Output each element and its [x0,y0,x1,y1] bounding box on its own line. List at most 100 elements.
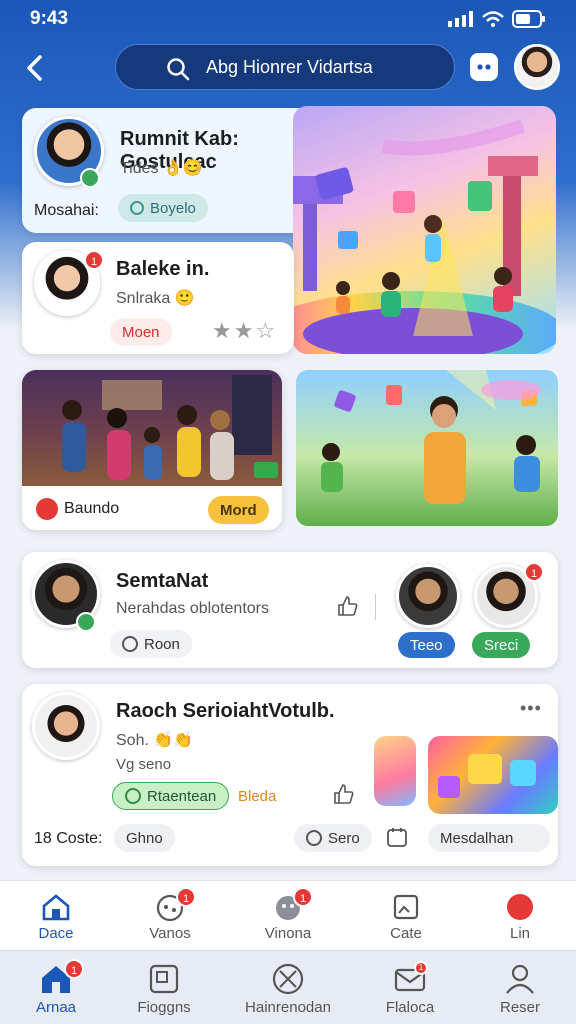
featured-illustration [293,106,556,354]
battery-icon [512,10,545,28]
media-thumbnail[interactable] [374,736,416,806]
group-photo-card[interactable]: Baundo Mord [22,370,282,530]
bottom-navigation: Arnaa 1 Fioggns Hainrenodan Flaloca 1 Re… [0,950,576,1024]
tab-label: Dace [38,925,74,942]
tab-label: Arnaa [35,999,77,1016]
profile-avatar[interactable] [514,44,560,90]
media-chip[interactable]: Mesdalhan [428,824,550,852]
card-label: Mosahai: [34,202,99,219]
featured-photo[interactable] [296,370,558,526]
status-chip[interactable]: Rtaentean [112,782,230,810]
tab-label: Lin [509,925,531,942]
signal-icon [448,11,473,27]
star-icon: ★ [212,318,234,343]
card-footer-label: 18 Coste: [34,830,103,847]
media-thumbnail[interactable] [428,736,558,814]
star-icon: ★ [233,318,256,343]
compass-icon [272,963,304,995]
tab-label: Fioggns [137,999,191,1016]
card-subtitle: Tides 👌😊 [120,158,203,178]
group-photo [22,370,282,486]
tab-home[interactable]: Arnaa [6,963,106,1016]
emoji-icon: 👏👏 [153,732,194,749]
thumbs-up-icon[interactable] [331,782,355,806]
photo-card-icon [393,894,419,920]
status-icons [448,10,546,28]
notification-badge: 1 [293,887,313,907]
profile-card[interactable]: 1 Baleke in. Snlraka 🙂 Moen ★★☆ [22,242,294,354]
tab-mail[interactable]: Flaloca [360,963,460,1016]
featured-card[interactable]: Rumnit Kab: Gostuleac Tides 👌😊 Mosahai: … [22,108,322,233]
divider [375,594,376,620]
tab-label: Vinona [264,925,312,942]
send-chip-label: Sero [328,829,360,847]
notification-badge: 1 [176,887,196,907]
secondary-tab-bar: Dace Vanos 1 Vinona 1 Cate Lin [0,880,576,950]
status-chip-label: Roon [144,635,180,653]
chat-bubble-icon [477,64,491,70]
tab-label: Hainrenodan [245,999,331,1016]
more-button[interactable]: Mord [208,496,269,524]
gallery-icon [149,964,179,994]
verified-icon [80,168,100,188]
tab-live[interactable]: Lin [470,893,570,942]
filter-chip-label: Ghno [126,829,163,847]
blocked-icon [122,636,138,652]
back-arrow-icon[interactable] [20,52,52,84]
card-title: Raoch SerioiahtVotulb. [116,700,335,722]
photo-art [321,370,541,504]
card-subtitle-text: Tides [120,160,159,177]
tab-feeds[interactable]: Fioggns [114,963,214,1016]
status-chip[interactable]: Moen [110,318,172,346]
star-rating[interactable]: ★★☆ [212,318,277,344]
tab-cards[interactable]: Cate [356,893,456,942]
contact-card[interactable]: SemtaNat Nerahdas oblotentors Roon Teeo … [22,552,558,668]
person-tag-label: Teeo [410,636,443,654]
tab-discover[interactable]: Hainrenodan [238,963,338,1016]
status-chip[interactable]: Roon [110,630,192,658]
avatar[interactable] [396,564,460,628]
check-icon [125,788,141,804]
tab-videos[interactable]: Vinona [238,893,338,942]
notification-badge: 1 [64,959,84,979]
tag-chip[interactable]: Boyelo [118,194,208,222]
tab-games[interactable]: Vanos [120,893,220,942]
filter-chip[interactable]: Ghno [114,824,175,852]
wifi-icon [482,11,504,27]
person-tag[interactable]: Sreci [472,632,531,658]
activity-card[interactable]: Raoch SerioiahtVotulb. ••• Soh. 👏👏 Vg se… [22,684,558,866]
tab-label: Vanos [149,925,191,942]
home-icon [42,894,70,921]
more-options-icon[interactable]: ••• [520,698,542,719]
card-subtitle: Nerahdas oblotentors [116,600,269,617]
verified-icon [76,612,96,632]
notification-badge: 1 [414,961,428,975]
search-input[interactable] [206,56,454,78]
card-label: Baundo [64,500,120,517]
search-icon [167,58,190,81]
card-line1: Soh. 👏👏 [116,730,193,750]
emoji-icon: 👌😊 [162,160,203,177]
card-title: Baleke in. [116,258,210,280]
thumbs-up-icon[interactable] [335,594,359,618]
photo-art [62,375,278,480]
tab-home[interactable]: Dace [6,893,106,942]
calendar-icon[interactable] [386,826,408,848]
tab-profile[interactable]: Reser [470,963,570,1016]
person-tag-label: Sreci [484,636,519,654]
messages-button[interactable] [470,53,498,81]
tab-label: Flaloca [385,999,435,1016]
person-tag[interactable]: Teeo [398,632,455,658]
status-chip-label: Rtaentean [147,787,217,805]
card-title: SemtaNat [116,570,209,592]
more-button-label: Mord [220,501,257,519]
globe-icon [130,201,144,215]
emoji-icon: 🙂 [174,290,195,307]
search-bar[interactable] [115,44,455,90]
card-line1-text: Soh. [116,732,149,749]
avatar [32,692,100,760]
card-line2: Vg seno [116,756,172,773]
card-subtitle-text: Snlraka [116,290,171,307]
send-chip[interactable]: Sero [294,824,372,852]
tag-label[interactable]: Bleda [238,788,276,805]
